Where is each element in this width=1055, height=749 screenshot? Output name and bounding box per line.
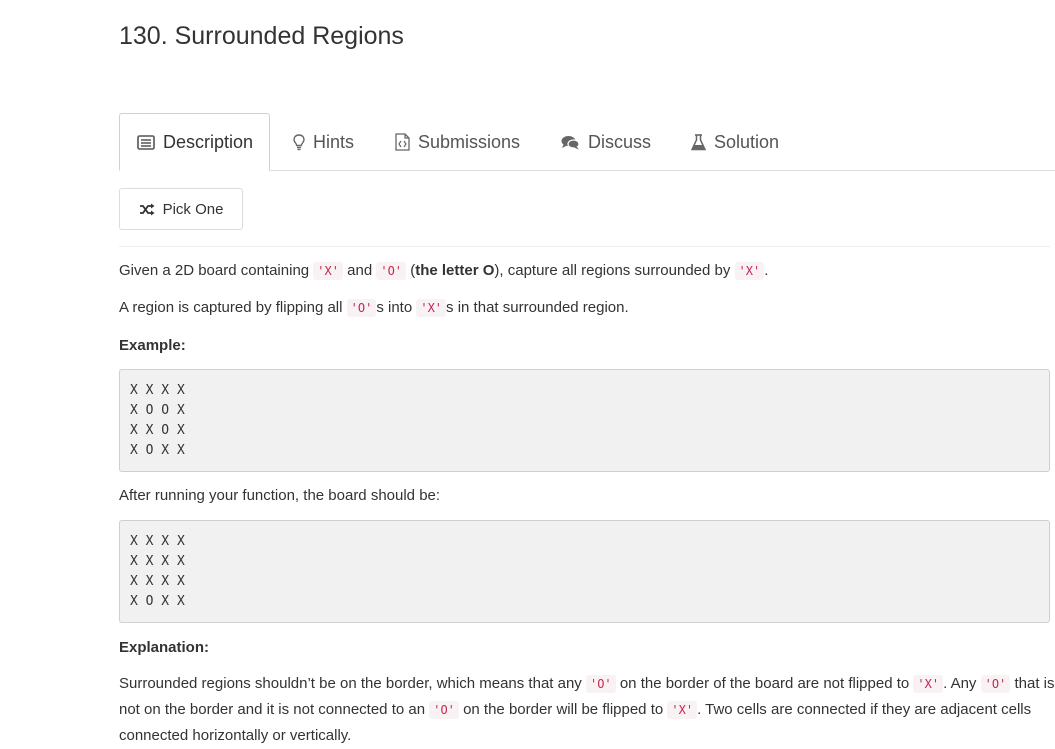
list-icon	[137, 134, 155, 150]
code-line: X X X X	[130, 534, 185, 549]
code-line: X O X X	[130, 443, 185, 458]
tab-submissions[interactable]: Submissions	[395, 113, 520, 171]
tab-solution-label: Solution	[714, 131, 780, 152]
inline-code: 'X'	[667, 701, 698, 719]
inline-code: 'O'	[429, 701, 459, 719]
flask-icon	[691, 133, 706, 151]
page-title: 130. Surrounded Regions	[119, 22, 404, 50]
divider	[119, 246, 1050, 247]
code-line: X X O X	[130, 423, 185, 438]
inline-code: 'O'	[346, 299, 377, 317]
tab-discuss[interactable]: Discuss	[561, 113, 651, 171]
after-text: After running your function, the board s…	[119, 487, 441, 504]
code-line: X O O X	[130, 403, 185, 418]
inline-code: 'X'	[416, 299, 447, 317]
example-board-code-block: X X X X X O O X X X O X X O X X	[119, 369, 1050, 472]
tab-submissions-label: Submissions	[418, 131, 521, 152]
code-line: X O X X	[130, 594, 185, 609]
pick-one-label: Pick One	[162, 200, 224, 218]
description-paragraph-1: Given a 2D board containing 'X' and 'O' …	[119, 262, 769, 280]
code-line: X X X X	[130, 383, 185, 398]
pick-one-button[interactable]: Pick One	[119, 188, 243, 230]
inline-code: 'O'	[376, 262, 407, 280]
inline-code: 'X'	[313, 262, 343, 280]
tab-bar: Description Hints Submissions Discuss So…	[119, 113, 1055, 171]
tab-discuss-label: Discuss	[588, 131, 652, 152]
lightbulb-icon	[293, 133, 305, 151]
shuffle-icon	[139, 203, 155, 216]
tab-hints-label: Hints	[313, 131, 355, 152]
code-line: X X X X	[130, 554, 185, 569]
tab-solution[interactable]: Solution	[691, 113, 779, 171]
explanation-heading: Explanation:	[119, 639, 210, 656]
explanation-paragraph: Surrounded regions shouldn’t be on the b…	[119, 675, 1055, 744]
inline-code: 'X'	[734, 262, 765, 280]
example-heading: Example:	[119, 337, 186, 354]
code-line: X X X X	[130, 574, 185, 589]
result-board-code-block: X X X X X X X X X X X X X O X X	[119, 520, 1050, 623]
description-paragraph-2: A region is captured by flipping all 'O'…	[119, 299, 629, 317]
tab-description[interactable]: Description	[119, 113, 270, 171]
inline-code: 'O'	[585, 675, 616, 693]
comments-icon	[561, 135, 580, 150]
code-file-icon	[395, 133, 410, 151]
inline-code: 'O'	[980, 675, 1011, 693]
tab-description-label: Description	[163, 131, 254, 152]
inline-code: 'X'	[913, 675, 944, 693]
tab-hints[interactable]: Hints	[293, 113, 354, 171]
